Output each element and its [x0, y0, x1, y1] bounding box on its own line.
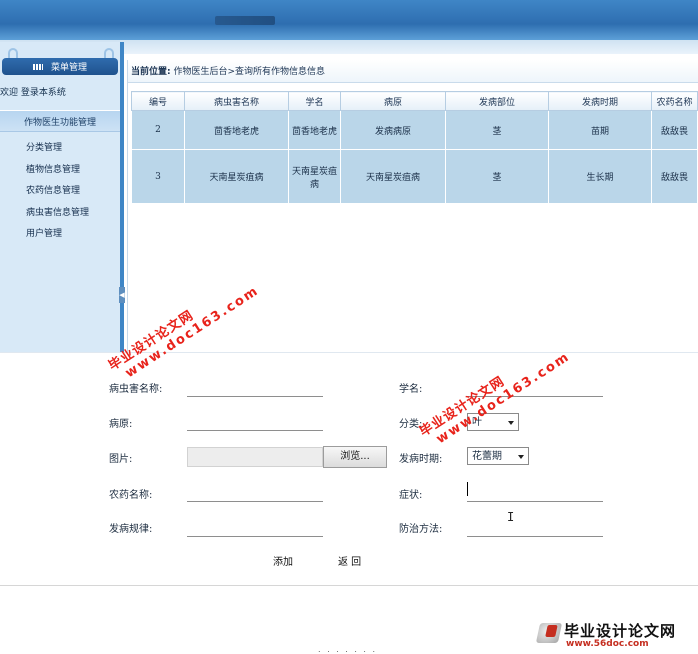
collapse-sidebar-icon[interactable]: ◀ — [119, 287, 125, 303]
label-symptoms: 症状: — [399, 490, 423, 501]
sidebar-item-pest[interactable]: 病虫害信息管理 — [26, 205, 89, 227]
sidebar-item-plant[interactable]: 植物信息管理 — [26, 162, 89, 184]
col-header-pesticide: 农药名称 — [651, 91, 698, 111]
label-scientific-name: 学名: — [399, 384, 423, 395]
welcome-text: 欢迎 登录本系统 — [0, 88, 66, 98]
logo-emblem-icon — [535, 623, 563, 643]
sidebar: 菜单管理 欢迎 登录本系统 作物医生功能管理 分类管理 植物信息管理 农药信息管… — [0, 42, 124, 352]
onset-pattern-input[interactable] — [187, 520, 323, 537]
menu-grid-icon — [32, 63, 43, 70]
footer-dots: . . . . . . . — [318, 645, 378, 654]
pest-name-input[interactable] — [187, 380, 323, 397]
cell-pathogen: 发病病原 — [340, 110, 446, 150]
chevron-down-icon — [508, 421, 514, 425]
sidebar-item-pesticide[interactable]: 农药信息管理 — [26, 183, 89, 205]
cell-pesticide: 敌敌畏 — [651, 149, 698, 204]
prevention-input[interactable] — [467, 520, 603, 537]
table-header-row: 编号 病虫害名称 学名 病原 发病部位 发病时期 农药名称 — [131, 91, 698, 111]
onset-period-selected: 花蕾期 — [472, 451, 502, 462]
cell-pest-name: 天南星炭疽病 — [184, 149, 289, 204]
logo-name: 毕业设计论文网 — [564, 622, 677, 640]
label-image: 图片: — [109, 454, 133, 465]
label-pathogen: 病原: — [109, 419, 133, 430]
back-button[interactable]: 返 回 — [338, 553, 361, 568]
col-header-scientific-name: 学名 — [288, 91, 341, 111]
sidebar-item-category[interactable]: 分类管理 — [26, 140, 89, 162]
text-caret — [467, 482, 468, 496]
onset-period-select[interactable]: 花蕾期 — [467, 447, 529, 465]
logo-url: www.56doc.com — [566, 639, 649, 649]
top-banner — [0, 0, 698, 40]
cell-onset-site: 茎 — [445, 110, 549, 150]
col-header-pest-name: 病虫害名称 — [184, 91, 289, 111]
cell-id: 2 — [131, 110, 185, 150]
label-pest-name: 病虫害名称: — [109, 384, 163, 395]
sidebar-nav: 分类管理 植物信息管理 农药信息管理 病虫害信息管理 用户管理 — [26, 140, 89, 248]
banner-title-band — [215, 16, 275, 25]
cell-pathogen: 天南星炭疽病 — [340, 149, 446, 204]
label-pesticide-name: 农药名称: — [109, 490, 153, 501]
col-header-onset-period: 发病时期 — [548, 91, 652, 111]
image-file-input[interactable] — [187, 447, 323, 467]
function-section-header[interactable]: 作物医生功能管理 — [0, 110, 120, 132]
text-cursor-icon: I — [507, 510, 515, 524]
menu-title: 菜单管理 — [50, 63, 87, 73]
cell-scientific-name: 天南星炭疽病 — [288, 149, 341, 204]
chevron-down-icon — [518, 455, 524, 459]
pathogen-input[interactable] — [187, 414, 323, 431]
breadcrumb-path: 作物医生后台>查询所有作物信息信息 — [173, 67, 326, 77]
col-header-pathogen: 病原 — [340, 91, 446, 111]
symptoms-input[interactable] — [467, 485, 603, 502]
cell-pesticide: 敌敌畏 — [651, 110, 698, 150]
breadcrumb-prefix: 当前位置: — [131, 67, 171, 77]
sidebar-item-user[interactable]: 用户管理 — [26, 226, 89, 248]
add-button[interactable]: 添加 — [273, 553, 293, 568]
cell-pest-name: 茴香地老虎 — [184, 110, 289, 150]
site-logo: 毕业设计论文网 www.56doc.com — [532, 615, 692, 651]
breadcrumb: 当前位置: 作物医生后台>查询所有作物信息信息 — [128, 60, 698, 83]
pesticide-name-input[interactable] — [187, 485, 323, 502]
cell-scientific-name: 茴香地老虎 — [288, 110, 341, 150]
col-header-onset-site: 发病部位 — [445, 91, 549, 111]
table-row[interactable]: 2 茴香地老虎 茴香地老虎 发病病原 茎 苗期 敌敌畏 — [131, 110, 698, 150]
label-prevention: 防治方法: — [399, 524, 443, 535]
cell-onset-site: 茎 — [445, 149, 549, 204]
label-onset-pattern: 发病规律: — [109, 524, 153, 535]
pest-table: 编号 病虫害名称 学名 病原 发病部位 发病时期 农药名称 2 茴香地老虎 茴香… — [131, 91, 698, 204]
col-header-id: 编号 — [131, 91, 185, 111]
table-row[interactable]: 3 天南星炭疽病 天南星炭疽病 天南星炭疽病 茎 生长期 敌敌畏 — [131, 149, 698, 204]
label-onset-period: 发病时期: — [399, 454, 443, 465]
browse-button[interactable]: 浏览... — [323, 446, 387, 468]
cell-onset-period: 生长期 — [548, 149, 652, 204]
cell-id: 3 — [131, 149, 185, 204]
cell-onset-period: 苗期 — [548, 110, 652, 150]
menu-header[interactable]: 菜单管理 — [2, 58, 118, 75]
